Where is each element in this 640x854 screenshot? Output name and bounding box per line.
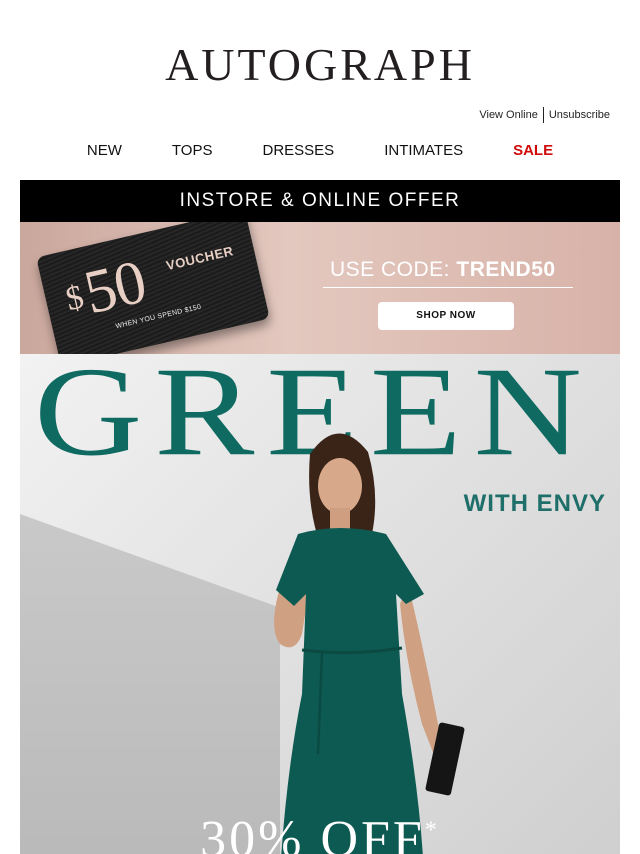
- main-nav: NEW TOPS DRESSES INTIMATES SALE: [0, 142, 640, 159]
- discount-asterisk: *: [424, 817, 440, 844]
- hero-subtitle: WITH ENVY: [463, 490, 606, 517]
- nav-item-sale[interactable]: SALE: [513, 142, 553, 159]
- header-links: View Online Unsubscribe: [479, 107, 610, 123]
- hero-banner[interactable]: GREEN WITH ENVY 30% OFF*: [20, 354, 620, 854]
- nav-item-tops[interactable]: TOPS: [172, 142, 213, 159]
- model-photo: [274, 433, 465, 854]
- offer-banner[interactable]: INSTORE & ONLINE OFFER: [20, 180, 620, 222]
- discount-text: 30% OFF: [200, 811, 425, 854]
- link-divider: [542, 107, 544, 123]
- voucher-banner[interactable]: $ 50 VOUCHER WHEN YOU SPEND $150 USE COD…: [20, 222, 620, 354]
- brand-logo[interactable]: AUTOGRAPH: [0, 40, 640, 90]
- code-underline: [323, 287, 573, 288]
- promo-code-text: USE CODE: TREND50: [330, 258, 556, 282]
- unsubscribe-link[interactable]: Unsubscribe: [549, 109, 610, 121]
- view-online-link[interactable]: View Online: [479, 109, 538, 121]
- voucher-card-image: $ 50 VOUCHER WHEN YOU SPEND $150: [36, 222, 270, 354]
- voucher-label: VOUCHER: [164, 243, 235, 274]
- code-prefix: USE CODE:: [330, 258, 451, 281]
- discount-headline: 30% OFF*: [20, 810, 620, 854]
- nav-item-new[interactable]: NEW: [87, 142, 122, 159]
- shop-now-button[interactable]: SHOP NOW: [378, 302, 514, 330]
- nav-item-intimates[interactable]: INTIMATES: [384, 142, 463, 159]
- nav-item-dresses[interactable]: DRESSES: [262, 142, 334, 159]
- promo-code: TREND50: [456, 258, 556, 281]
